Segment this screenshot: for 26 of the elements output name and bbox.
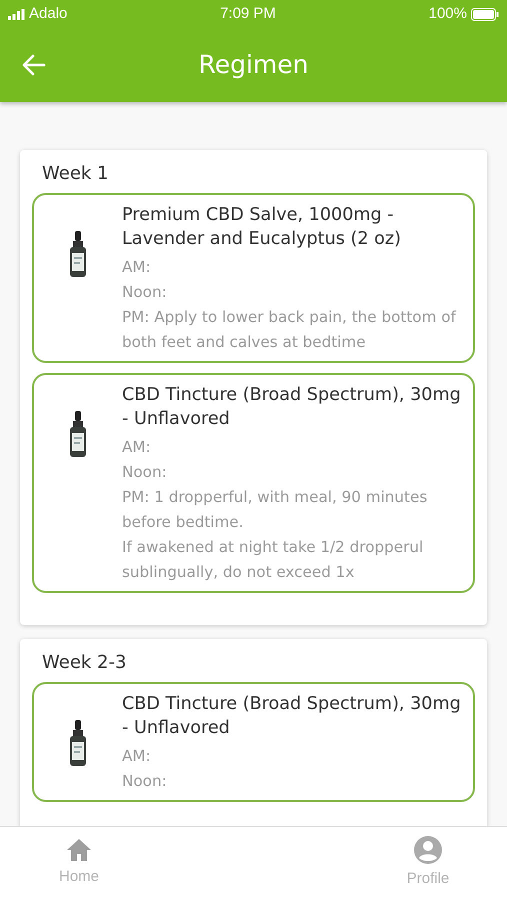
status-time: 7:09 PM [220, 4, 276, 24]
home-icon [66, 838, 92, 862]
profile-icon [414, 836, 442, 864]
dosage-text: PM: Apply to lower back pain, the bottom of both feet and calves at bedtime [122, 307, 458, 353]
page-title: Regimen [198, 49, 309, 82]
product-card[interactable]: Premium CBD Salve, 1000mg - Lavender and Eucalyptus (2 oz) AM: Noon: PM: Apply to lower back pain, the bottom of both feet and calves at bedtime [32, 193, 475, 363]
battery-percent: 100% [428, 4, 467, 24]
dosage-text: Noon: [122, 771, 168, 792]
carrier-name: Adalo [29, 4, 68, 24]
dosage-text: Noon: [122, 462, 168, 483]
product-card[interactable]: CBD Tincture (Broad Spectrum), 30mg - Unflavored AM: Noon: [32, 682, 475, 802]
dosage-text: PM: 1 dropperful, with meal, 90 minutes before bedtime. [122, 487, 428, 533]
product-card[interactable]: CBD Tincture (Broad Spectrum), 30mg - Unflavored AM: Noon: PM: 1 dropperful, with meal, 90 minutes before bedtime. If awakened at night take 1/2 dropperul sublingually, do not exceed 1x [32, 373, 475, 593]
dosage-text: If awakened at night take 1/2 dropperul sublingually, do not exceed 1x [122, 537, 424, 583]
week-title: Week 1 [42, 162, 110, 186]
week-title: Week 2-3 [42, 651, 128, 675]
signal-icon [8, 8, 25, 20]
product-name: CBD Tincture (Broad Spectrum), 30mg - Unflavored [122, 384, 462, 431]
back-button[interactable] [22, 54, 46, 76]
dosage-text: AM: [122, 437, 152, 458]
dosage-text: AM: [122, 746, 152, 767]
product-name: CBD Tincture (Broad Spectrum), 30mg - Unflavored [122, 693, 462, 740]
battery-icon [471, 8, 499, 20]
dosage-text: AM: [122, 257, 152, 278]
product-name: Premium CBD Salve, 1000mg - Lavender and Eucalyptus (2 oz) [122, 204, 402, 251]
dosage-text: Noon: [122, 282, 168, 303]
